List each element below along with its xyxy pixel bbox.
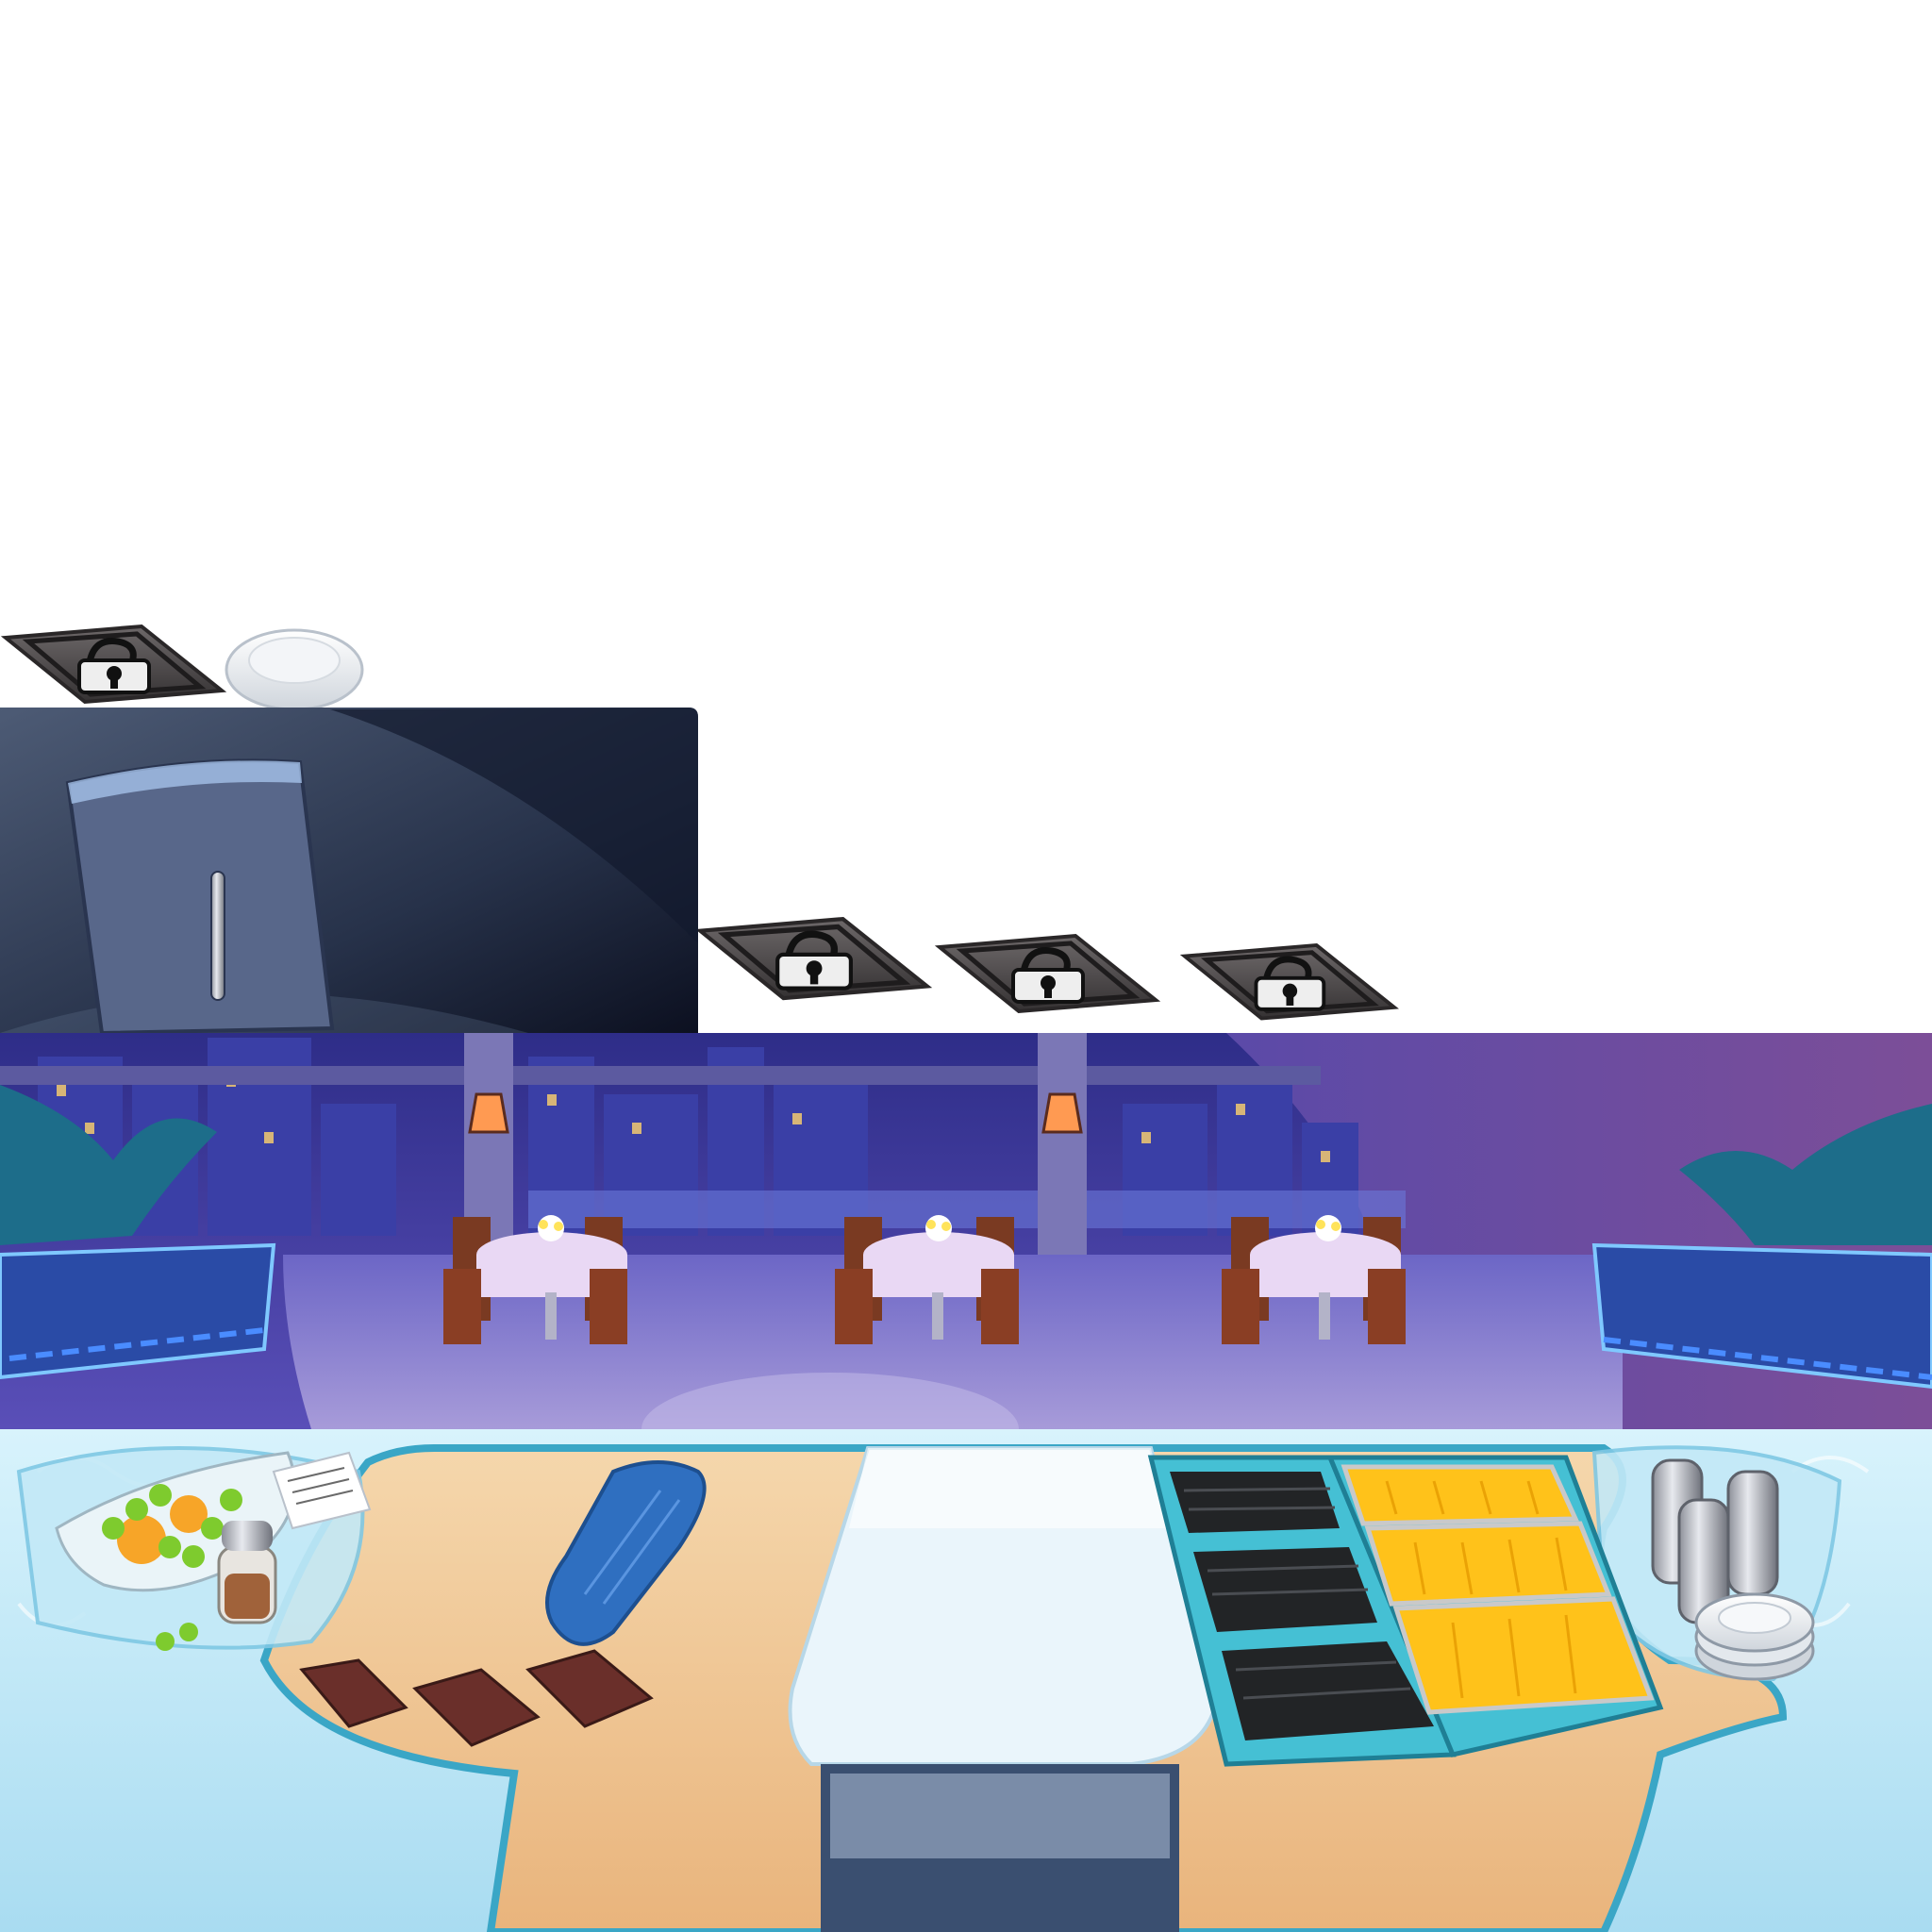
fryer-basket-1: [1341, 1464, 1579, 1526]
restaurant-background: [0, 1033, 1932, 1486]
flower-vase-icon: [1315, 1215, 1341, 1241]
pillar-right: [1038, 1033, 1087, 1259]
lock-slot-2[interactable]: [700, 919, 926, 998]
grill-plate-1: [1170, 1472, 1340, 1533]
lock-slot-3[interactable]: [940, 936, 1156, 1011]
flower-vase-icon: [538, 1215, 564, 1241]
lock-slot-4[interactable]: [1185, 945, 1394, 1019]
fryer-basket-2: [1364, 1521, 1612, 1607]
prep-board[interactable]: [788, 1446, 1220, 1766]
counter-shelf: [821, 1764, 1179, 1932]
fridge-panel: [0, 708, 698, 1036]
plate-icon: [225, 628, 364, 711]
salt-shaker-2[interactable]: [1726, 1470, 1779, 1596]
lock-slot-1[interactable]: [6, 626, 222, 702]
pepper-shaker[interactable]: [217, 1521, 277, 1624]
flower-vase-icon: [925, 1215, 952, 1241]
game-sprite-atlas: [0, 0, 1932, 1932]
fryer-basket-3: [1392, 1596, 1655, 1715]
fridge-handle: [210, 871, 225, 1001]
plate-stack[interactable]: [1694, 1592, 1815, 1681]
fridge-door[interactable]: [65, 758, 335, 1036]
kitchen-counter: [0, 1429, 1932, 1932]
